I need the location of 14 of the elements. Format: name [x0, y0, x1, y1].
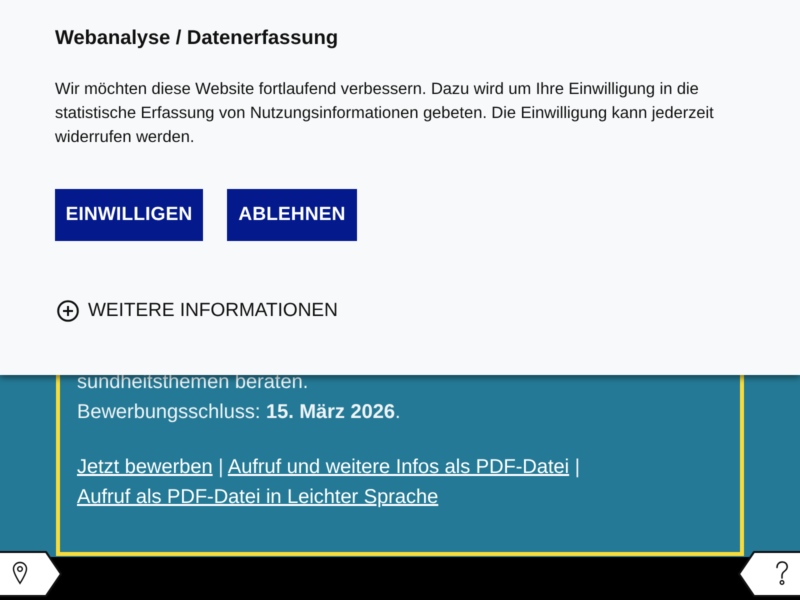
notice-link[interactable]: Aufruf und weitere Infos als PDF-Datei	[228, 456, 570, 478]
location-pin-icon	[12, 561, 28, 585]
banner-title: Webanalyse / Datenerfassung	[55, 26, 340, 51]
banner-text: Wir möchten diese Website fortlaufend verbessern. Dazu wird um Ihre Einwilligung in die statistische Erfassung von Nutzungsinformationen gebeten. Die Einwilligung kann jederzeit widerrufen werden.	[55, 79, 715, 148]
link-separator: |	[574, 456, 580, 478]
link-separator: |	[218, 456, 224, 478]
more-info-toggle[interactable]: WEITERE INFORMATIONEN	[55, 297, 338, 325]
question-mark-icon	[774, 560, 790, 586]
notice-text: Bewerbungsschluss: 15. März 2026.	[77, 400, 402, 425]
notice-text: sundheitsthemen beraten.	[77, 370, 310, 395]
decline-button[interactable]: ABLEHNEN	[227, 189, 357, 241]
accept-button[interactable]: EINWILLIGEN	[55, 189, 203, 241]
notice-link[interactable]: Aufruf als PDF-Datei in Leichter Sprache	[77, 486, 438, 508]
notice-link[interactable]: Jetzt bewerben	[77, 456, 213, 478]
